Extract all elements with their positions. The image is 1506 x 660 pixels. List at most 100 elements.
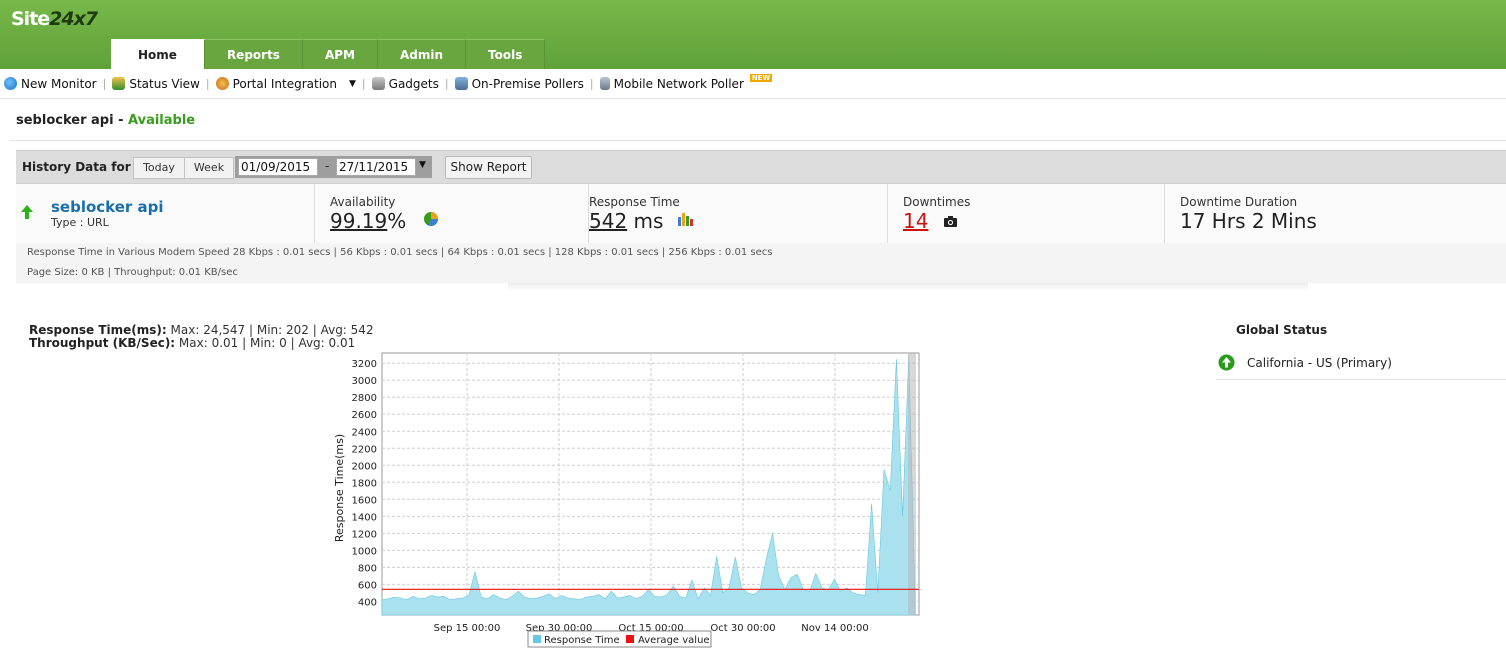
- up-status-icon: [1218, 354, 1235, 374]
- pie-chart-icon[interactable]: [423, 211, 439, 230]
- response-time-value: 542 ms: [589, 209, 663, 233]
- location-row[interactable]: California - US (Primary): [1216, 348, 1506, 380]
- tab-apm[interactable]: APM: [302, 39, 378, 69]
- y-tick-label: 3200: [352, 359, 377, 370]
- bar-chart-icon[interactable]: [677, 211, 693, 229]
- monitor-link[interactable]: seblocker api: [51, 198, 164, 216]
- toolbar-separator: |: [589, 77, 594, 90]
- availability-cell: Availability 99.19%: [315, 184, 589, 243]
- chevron-down-icon[interactable]: ▼: [349, 79, 356, 89]
- y-tick-label: 1000: [352, 546, 377, 557]
- response-time-stats-values: Max: 24,547 | Min: 202 | Avg: 542: [166, 323, 374, 337]
- week-button[interactable]: Week: [184, 157, 234, 179]
- monitor-type: Type : URL: [51, 216, 109, 229]
- chart-grid: [381, 352, 920, 616]
- to-date-input[interactable]: [336, 158, 416, 176]
- x-tick-label: Oct 30 00:00: [710, 623, 775, 634]
- monitor-cell: seblocker api Type : URL: [16, 184, 315, 243]
- tab-tools[interactable]: Tools: [466, 39, 546, 69]
- status-view-link[interactable]: Status View: [112, 77, 200, 91]
- response-time-unit: ms: [633, 209, 664, 233]
- logo-text-24x7: 24x7: [49, 8, 98, 30]
- availability-unit: %: [387, 209, 407, 233]
- response-time-label: Response Time: [589, 195, 680, 209]
- page-title: seblocker api - Available: [16, 113, 196, 128]
- from-date-input[interactable]: [238, 158, 318, 176]
- main-tabs: Home Reports APM Admin Tools: [111, 39, 546, 69]
- y-tick-label: 1600: [352, 495, 377, 506]
- downtimes-value[interactable]: 14: [903, 209, 928, 233]
- new-monitor-link[interactable]: New Monitor: [4, 77, 97, 91]
- downtimes-cell: Downtimes 14: [888, 184, 1165, 243]
- panel-shadow: [508, 283, 1308, 291]
- y-tick-label: 800: [358, 563, 377, 574]
- y-tick-label: 2800: [352, 393, 377, 404]
- monitor-name: seblocker api: [16, 113, 114, 128]
- date-dropdown-icon[interactable]: ▼: [419, 160, 426, 170]
- tab-admin[interactable]: Admin: [377, 39, 467, 69]
- y-tick-label: 1400: [352, 512, 377, 523]
- tab-home[interactable]: Home: [111, 39, 205, 69]
- portal-integration-label: Portal Integration: [232, 76, 337, 91]
- tab-reports[interactable]: Reports: [204, 39, 303, 69]
- history-label: History Data for :: [22, 160, 140, 174]
- throughput-stats: Throughput (KB/Sec): Max: 0.01 | Min: 0 …: [29, 336, 355, 350]
- site24x7-logo[interactable]: Site24x7: [11, 8, 98, 30]
- legend-label-response: Response Time: [544, 635, 620, 646]
- response-time-stats: Response Time(ms): Max: 24,547 | Min: 20…: [29, 323, 374, 337]
- throughput-stats-label: Throughput (KB/Sec):: [29, 336, 176, 350]
- y-tick-label: 2200: [352, 444, 377, 455]
- global-status-title: Global Status: [1236, 323, 1328, 337]
- on-premise-pollers-link[interactable]: On-Premise Pollers: [454, 77, 584, 91]
- downtime-duration-value: 17 Hrs 2 Mins: [1180, 209, 1317, 233]
- divider: [10, 140, 1506, 146]
- y-tick-label: 2000: [352, 461, 377, 472]
- camera-icon[interactable]: [944, 216, 957, 230]
- mobile-poller-icon: [599, 77, 610, 90]
- y-axis-label: Response Time(ms): [333, 434, 346, 542]
- y-tick-label: 400: [358, 597, 377, 608]
- status-badge: Available: [128, 113, 196, 128]
- x-tick-label: Nov 14 00:00: [801, 623, 868, 634]
- downtime-duration-label: Downtime Duration: [1180, 195, 1298, 209]
- response-time-cell: Response Time 542 ms: [589, 184, 888, 243]
- mobile-network-poller-link[interactable]: Mobile Network Poller NEW: [599, 73, 773, 91]
- y-axis: 400 600 800 1000 1200 1400 1600 1800 2000 2200 240…: [352, 359, 377, 608]
- chart-legend: Response Time Average value: [527, 630, 712, 648]
- gadgets-label: Gadgets: [388, 76, 439, 91]
- downtime-duration-cell: Downtime Duration 17 Hrs 2 Mins: [1165, 184, 1506, 243]
- y-tick-label: 1800: [352, 478, 377, 489]
- date-range: - ▼: [235, 156, 432, 178]
- modem-speed-row: Response Time in Various Modem Speed 28 …: [16, 243, 1506, 263]
- downtimes-label: Downtimes: [903, 195, 971, 209]
- y-tick-label: 2600: [352, 410, 377, 421]
- show-report-button[interactable]: Show Report: [445, 156, 532, 179]
- today-button[interactable]: Today: [133, 157, 185, 179]
- response-time-chart[interactable]: 400 600 800 1000 1200 1400 1600 1800 2000 2200 240…: [325, 348, 925, 653]
- legend-swatch-average: [626, 635, 634, 643]
- response-time-stats-label: Response Time(ms):: [29, 323, 167, 337]
- server-icon: [454, 77, 468, 90]
- up-arrow-icon: [20, 204, 34, 223]
- gadgets-link[interactable]: Gadgets: [371, 76, 439, 91]
- top-header: Site24x7 Home Reports APM Admin Tools: [0, 0, 1506, 69]
- status-view-icon: [112, 77, 126, 90]
- y-tick-label: 1200: [352, 529, 377, 540]
- availability-number[interactable]: 99.19: [330, 209, 387, 233]
- data-gap-region: [908, 353, 916, 615]
- response-time-number[interactable]: 542: [589, 209, 627, 233]
- globe-plus-icon: [4, 77, 17, 90]
- new-badge: NEW: [749, 73, 773, 82]
- portal-integration-link[interactable]: Portal Integration ▼: [215, 76, 356, 91]
- toolbar-separator: |: [205, 77, 210, 90]
- quick-toolbar: New Monitor | Status View | Portal Integ…: [0, 69, 1506, 99]
- legend-label-average: Average value: [638, 635, 710, 646]
- y-tick-label: 3000: [352, 376, 377, 387]
- portal-icon: [215, 77, 229, 90]
- x-tick-label: Sep 15 00:00: [434, 623, 501, 634]
- logo-text-site: Site: [11, 8, 50, 30]
- status-view-label: Status View: [129, 76, 200, 91]
- gadgets-icon: [371, 77, 385, 90]
- toolbar-separator: |: [361, 77, 366, 90]
- history-bar: History Data for : Today Week - ▼ Show R…: [16, 150, 1506, 184]
